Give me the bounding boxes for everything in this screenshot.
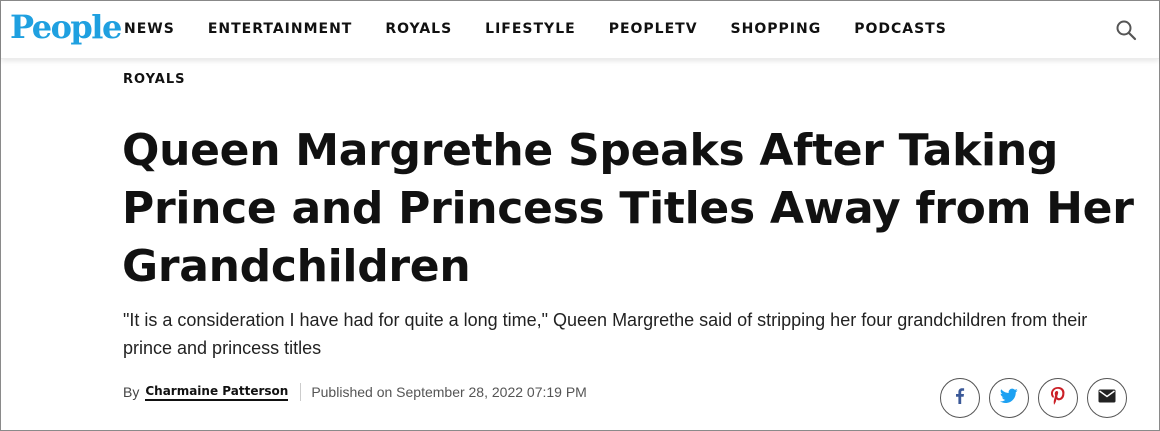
article-category-link[interactable]: ROYALS	[123, 72, 185, 87]
twitter-icon	[999, 388, 1018, 409]
article-headline: Queen Margrethe Speaks After Taking Prin…	[122, 125, 1134, 292]
pinterest-icon	[1050, 386, 1066, 410]
article-dek: "It is a consideration I have had for qu…	[123, 310, 1088, 358]
nav-item-podcasts[interactable]: PODCASTS	[854, 20, 947, 38]
nav-item-lifestyle[interactable]: LIFESTYLE	[485, 20, 576, 38]
byline: By Charmaine Patterson Published on Sept…	[123, 383, 587, 401]
main-nav: NEWS ENTERTAINMENT ROYALS LIFESTYLE PEOP…	[124, 20, 980, 38]
share-buttons	[940, 378, 1127, 418]
nav-item-news[interactable]: NEWS	[124, 20, 175, 38]
nav-item-shopping[interactable]: SHOPPING	[731, 20, 822, 38]
nav-item-entertainment[interactable]: ENTERTAINMENT	[208, 20, 353, 38]
email-icon	[1098, 389, 1116, 408]
search-icon[interactable]	[1114, 18, 1138, 42]
facebook-icon	[951, 387, 969, 410]
author-link[interactable]: Charmaine Patterson	[145, 384, 289, 401]
byline-by-label: By	[123, 384, 140, 400]
people-logo[interactable]: People	[10, 9, 122, 45]
share-twitter-button[interactable]	[989, 378, 1029, 418]
share-email-button[interactable]	[1087, 378, 1127, 418]
top-navigation: People NEWS ENTERTAINMENT ROYALS LIFESTY…	[1, 1, 1159, 59]
nav-item-royals[interactable]: ROYALS	[385, 20, 452, 38]
share-pinterest-button[interactable]	[1038, 378, 1078, 418]
publish-date: Published on September 28, 2022 07:19 PM	[311, 384, 587, 400]
byline-divider	[300, 383, 302, 401]
nav-item-peopletv[interactable]: PEOPLETV	[609, 20, 698, 38]
share-facebook-button[interactable]	[940, 378, 980, 418]
